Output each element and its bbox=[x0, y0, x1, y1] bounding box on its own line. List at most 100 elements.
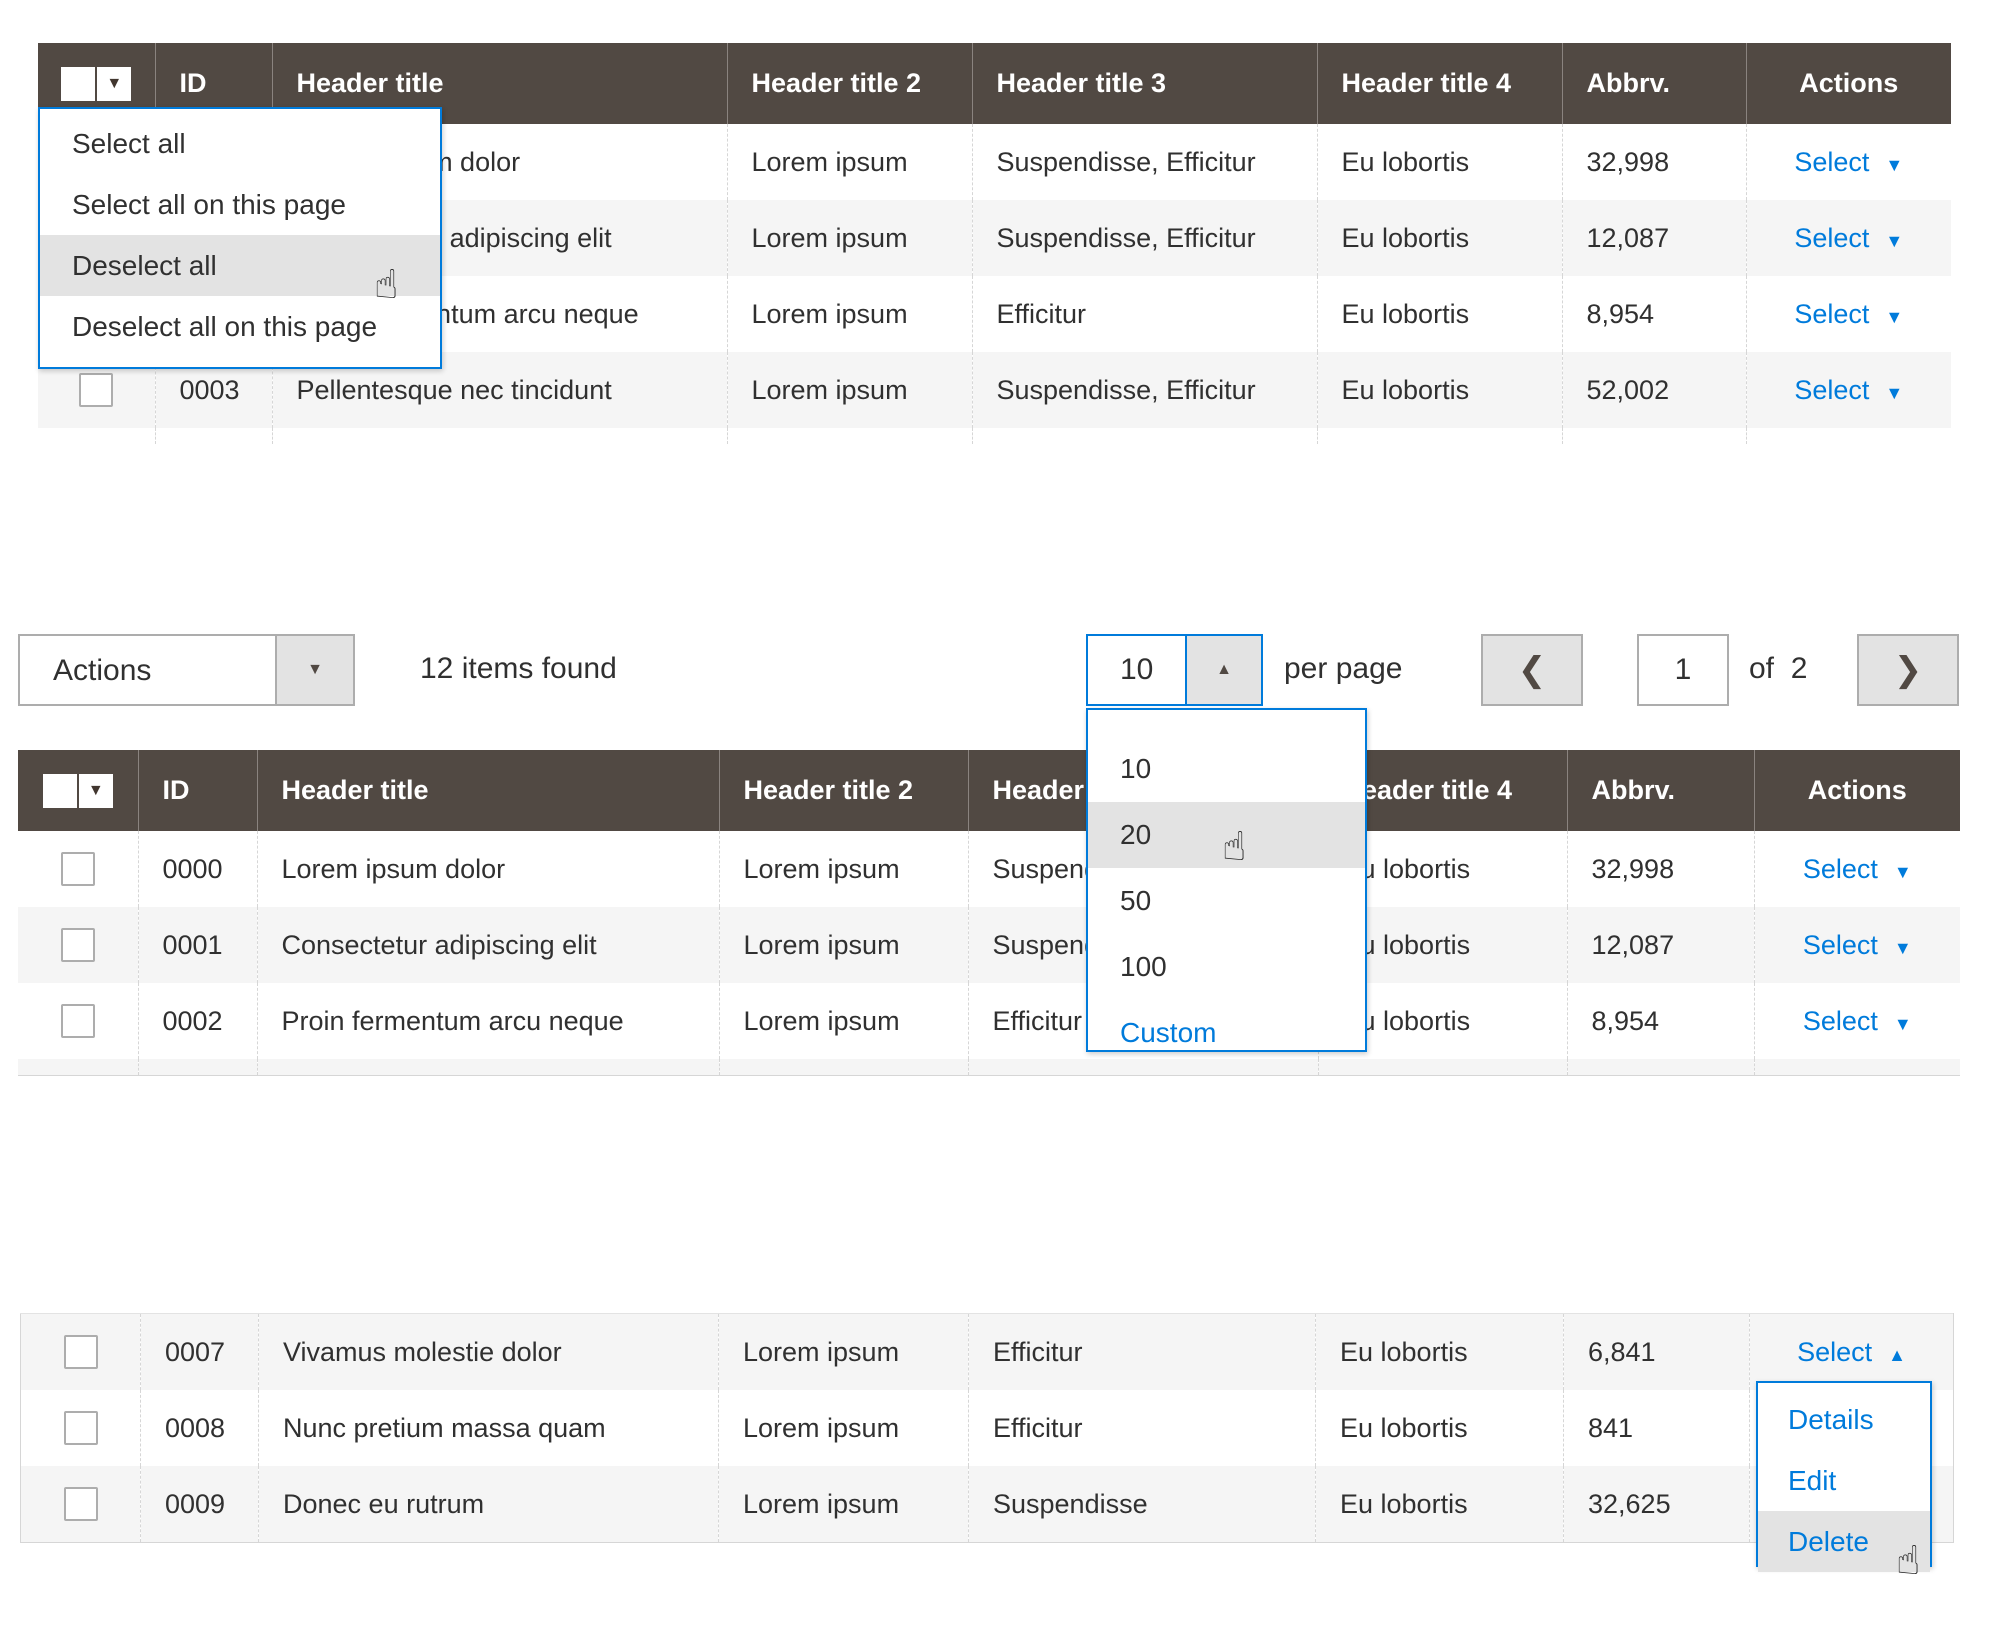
mass-select-control[interactable]: ▼ bbox=[61, 66, 132, 101]
row-action-select[interactable]: Select ▼ bbox=[1753, 831, 1960, 907]
column-header-abbrv[interactable]: Abbrv. bbox=[1561, 43, 1746, 124]
per-page-option-100[interactable]: 100 bbox=[1088, 934, 1365, 1000]
select-link[interactable]: Select bbox=[1794, 299, 1869, 329]
row-checkbox[interactable] bbox=[79, 373, 114, 407]
mass-select-checkbox[interactable] bbox=[61, 66, 96, 101]
cell-abbrv: 32,998 bbox=[1561, 124, 1746, 200]
grid-header-row: ▼ ID Header title Header title 2 Header … bbox=[18, 750, 1960, 831]
cell-id: 0001 bbox=[137, 907, 257, 983]
row-action-select[interactable]: Select ▼ bbox=[1745, 276, 1951, 352]
column-header-title-3[interactable]: Header title 3 bbox=[971, 43, 1317, 124]
column-header-title-2[interactable]: Header title 2 bbox=[718, 750, 968, 831]
select-link[interactable]: Select bbox=[1803, 930, 1878, 960]
cell-abbrv: 32,998 bbox=[1566, 831, 1754, 907]
table-row: 0008 Nunc pretium massa quam Lorem ipsum… bbox=[20, 1390, 1954, 1466]
cell-h2: Lorem ipsum bbox=[718, 1390, 969, 1466]
menu-item-select-all-page[interactable]: Select all on this page bbox=[40, 174, 440, 235]
cell-h3: Suspendisse, Efficitur bbox=[971, 200, 1317, 276]
cell-abbrv: 841 bbox=[1563, 1390, 1750, 1466]
row-checkbox[interactable] bbox=[60, 852, 95, 886]
cell-h2: Lorem ipsum bbox=[726, 276, 972, 352]
chevron-up-icon: ▲ bbox=[1216, 661, 1232, 678]
row-action-select[interactable]: Select ▼ bbox=[1753, 983, 1960, 1059]
mass-select-control[interactable]: ▼ bbox=[42, 773, 113, 808]
select-link[interactable]: Select bbox=[1794, 223, 1869, 253]
cell-abbrv: 8,954 bbox=[1561, 276, 1746, 352]
page-number-input[interactable]: 1 bbox=[1637, 634, 1729, 706]
table-row: 0007 Vivamus molestie dolor Lorem ipsum … bbox=[20, 1313, 1954, 1390]
row-action-select-open[interactable]: Select ▲ bbox=[1749, 1313, 1954, 1390]
caret-down-icon[interactable]: ▼ bbox=[1894, 862, 1912, 882]
select-link[interactable]: Select bbox=[1803, 854, 1878, 884]
cell-h4: Eu lobortis bbox=[1315, 1313, 1564, 1390]
cell-h2: Lorem ipsum bbox=[718, 1313, 969, 1390]
prev-page-button[interactable]: ❮ bbox=[1481, 634, 1583, 706]
page-of: of bbox=[1749, 652, 1775, 685]
table-row-cut bbox=[38, 428, 1951, 444]
row-action-select[interactable]: Select ▼ bbox=[1745, 200, 1951, 276]
chevron-down-icon[interactable]: ▼ bbox=[78, 773, 113, 808]
caret-down-icon[interactable]: ▼ bbox=[1885, 155, 1903, 175]
actions-dropdown-toggle[interactable]: ▼ bbox=[275, 636, 353, 704]
per-page-option-custom[interactable]: Custom bbox=[1088, 1000, 1365, 1066]
column-header-abbrv[interactable]: Abbrv. bbox=[1566, 750, 1754, 831]
column-header-title[interactable]: Header title bbox=[256, 750, 719, 831]
select-link[interactable]: Select bbox=[1797, 1337, 1872, 1367]
cell-h2: Lorem ipsum bbox=[726, 124, 972, 200]
next-page-button[interactable]: ❯ bbox=[1857, 634, 1959, 706]
items-found: 12 items found bbox=[420, 652, 617, 685]
cell-h2: Lorem ipsum bbox=[718, 983, 968, 1059]
select-link[interactable]: Select bbox=[1803, 1006, 1878, 1036]
per-page-value[interactable]: 10 bbox=[1120, 653, 1153, 687]
caret-down-icon[interactable]: ▼ bbox=[1885, 231, 1903, 251]
mass-select-header[interactable]: ▼ bbox=[18, 750, 138, 831]
page-of-label: of 2 bbox=[1749, 652, 1807, 686]
chevron-left-icon: ❮ bbox=[1517, 651, 1547, 689]
per-page-control[interactable]: 10 ▲ bbox=[1086, 634, 1263, 706]
cell-id: 0008 bbox=[140, 1390, 259, 1466]
column-header-actions: Actions bbox=[1753, 750, 1960, 831]
row-checkbox[interactable] bbox=[60, 1004, 95, 1038]
cell-h3: Suspendisse, Efficitur bbox=[971, 352, 1317, 428]
column-header-title-2[interactable]: Header title 2 bbox=[726, 43, 972, 124]
column-header-title-4[interactable]: Header title 4 bbox=[1316, 43, 1562, 124]
cell-abbrv: 12,087 bbox=[1561, 200, 1746, 276]
actions-dropdown[interactable]: Actions ▼ bbox=[18, 634, 355, 706]
per-page-toggle[interactable]: ▲ bbox=[1185, 636, 1261, 704]
chevron-down-icon: ▼ bbox=[307, 661, 323, 678]
row-action-select[interactable]: Select ▼ bbox=[1745, 124, 1951, 200]
page-current[interactable]: 1 bbox=[1675, 653, 1692, 686]
cell-h3: Efficitur bbox=[971, 276, 1317, 352]
table-row: 0009 Donec eu rutrum Lorem ipsum Suspend… bbox=[20, 1466, 1954, 1543]
per-page-option-50[interactable]: 50 bbox=[1088, 868, 1365, 934]
cell-h4: Eu lobortis bbox=[1316, 352, 1562, 428]
select-link[interactable]: Select bbox=[1794, 147, 1869, 177]
row-checkbox[interactable] bbox=[63, 1335, 98, 1369]
cell-h2: Lorem ipsum bbox=[718, 831, 968, 907]
row-checkbox[interactable] bbox=[63, 1487, 98, 1521]
menu-item-edit[interactable]: Edit bbox=[1758, 1450, 1930, 1511]
menu-item-details[interactable]: Details bbox=[1758, 1389, 1930, 1450]
row-action-select[interactable]: Select ▼ bbox=[1753, 907, 1960, 983]
caret-down-icon[interactable]: ▼ bbox=[1894, 938, 1912, 958]
caret-down-icon[interactable]: ▼ bbox=[1894, 1014, 1912, 1034]
row-checkbox[interactable] bbox=[60, 928, 95, 962]
per-page-menu: 10 20 50 100 Custom bbox=[1086, 708, 1367, 1052]
cell-h3: Suspendisse, Efficitur bbox=[971, 124, 1317, 200]
select-link[interactable]: Select bbox=[1794, 375, 1869, 405]
caret-down-icon[interactable]: ▼ bbox=[1885, 383, 1903, 403]
column-header-id[interactable]: ID bbox=[137, 750, 257, 831]
caret-down-icon[interactable]: ▼ bbox=[1885, 307, 1903, 327]
per-page-option-10[interactable]: 10 bbox=[1088, 736, 1365, 802]
table-row: 0002 Proin fermentum arcu neque Lorem ip… bbox=[18, 983, 1960, 1059]
cell-h4: Eu lobortis bbox=[1315, 1466, 1564, 1543]
mass-select-checkbox[interactable] bbox=[42, 773, 77, 808]
cell-abbrv: 8,954 bbox=[1566, 983, 1754, 1059]
row-action-select[interactable]: Select ▼ bbox=[1745, 352, 1951, 428]
table-row-cut bbox=[18, 1059, 1960, 1076]
chevron-down-icon[interactable]: ▼ bbox=[97, 66, 132, 101]
row-checkbox[interactable] bbox=[63, 1411, 98, 1445]
menu-item-select-all[interactable]: Select all bbox=[40, 113, 440, 174]
hand-cursor-icon: ☝ bbox=[1896, 1539, 1921, 1583]
caret-up-icon[interactable]: ▲ bbox=[1888, 1345, 1906, 1365]
